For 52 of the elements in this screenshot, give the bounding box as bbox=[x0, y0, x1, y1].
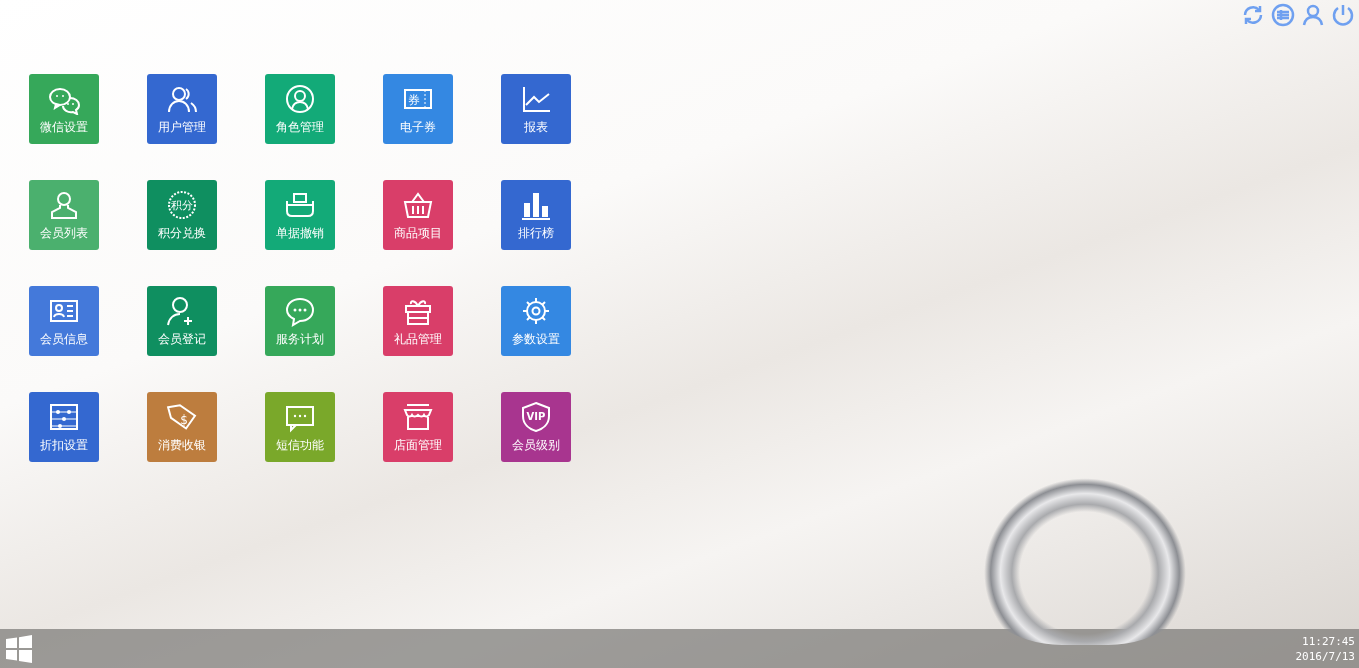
app-tile[interactable]: 会员信息 bbox=[29, 286, 99, 356]
app-tile[interactable]: 角色管理 bbox=[265, 74, 335, 144]
app-tile[interactable]: $ 消费收银 bbox=[147, 392, 217, 462]
tile-label: 会员级别 bbox=[512, 436, 560, 454]
icon-label: VIP bbox=[526, 410, 546, 422]
app-tile[interactable]: 会员登记 bbox=[147, 286, 217, 356]
tile-label: 短信功能 bbox=[276, 436, 324, 454]
user-icon[interactable] bbox=[1301, 3, 1325, 27]
app-tile[interactable]: 排行榜 bbox=[501, 180, 571, 250]
icon-label: $ bbox=[180, 412, 188, 427]
app-tile[interactable]: 店面管理 bbox=[383, 392, 453, 462]
app-tile[interactable]: 短信功能 bbox=[265, 392, 335, 462]
app-tile[interactable]: 礼品管理 bbox=[383, 286, 453, 356]
windows-start-icon[interactable] bbox=[5, 634, 33, 663]
tile-label: 报表 bbox=[524, 118, 548, 136]
app-tile[interactable]: 报表 bbox=[501, 74, 571, 144]
list-icon[interactable] bbox=[1271, 3, 1295, 27]
tile-label: 排行榜 bbox=[518, 224, 554, 242]
app-tile[interactable]: 单据撤销 bbox=[265, 180, 335, 250]
refresh-icon[interactable] bbox=[1241, 3, 1265, 27]
app-tile[interactable]: 参数设置 bbox=[501, 286, 571, 356]
app-tile[interactable]: 微信设置 bbox=[29, 74, 99, 144]
tile-label: 参数设置 bbox=[512, 330, 560, 348]
tile-label: 消费收银 bbox=[158, 436, 206, 454]
tile-label: 角色管理 bbox=[276, 118, 324, 136]
tile-label: 用户管理 bbox=[158, 118, 206, 136]
tile-label: 店面管理 bbox=[394, 436, 442, 454]
app-tile[interactable]: VIP 会员级别 bbox=[501, 392, 571, 462]
app-tile[interactable]: 券 电子券 bbox=[383, 74, 453, 144]
tile-label: 单据撤销 bbox=[276, 224, 324, 242]
tile-label: 电子券 bbox=[400, 118, 436, 136]
app-icon bbox=[284, 82, 316, 115]
tile-label: 服务计划 bbox=[276, 330, 324, 348]
icon-label: 积分 bbox=[171, 198, 193, 212]
tile-label: 微信设置 bbox=[40, 118, 88, 136]
tile-label: 积分兑换 bbox=[158, 224, 206, 242]
app-tile[interactable]: 积分 积分兑换 bbox=[147, 180, 217, 250]
tile-label: 礼品管理 bbox=[394, 330, 442, 348]
clock-date: 2016/7/13 bbox=[1295, 648, 1355, 664]
power-icon[interactable] bbox=[1331, 3, 1355, 27]
tile-label: 商品项目 bbox=[394, 224, 442, 242]
tile-label: 会员登记 bbox=[158, 330, 206, 348]
app-tile[interactable]: 商品项目 bbox=[383, 180, 453, 250]
icon-label: 券 bbox=[408, 92, 420, 107]
app-tile[interactable]: 服务计划 bbox=[265, 286, 335, 356]
app-tile[interactable]: 用户管理 bbox=[147, 74, 217, 144]
tile-label: 会员信息 bbox=[40, 330, 88, 348]
app-tile[interactable]: 折扣设置 bbox=[29, 392, 99, 462]
tile-label: 会员列表 bbox=[40, 224, 88, 242]
tile-label: 折扣设置 bbox=[40, 436, 88, 454]
clock-time: 11:27:45 bbox=[1302, 633, 1355, 649]
app-tile[interactable]: 会员列表 bbox=[29, 180, 99, 250]
